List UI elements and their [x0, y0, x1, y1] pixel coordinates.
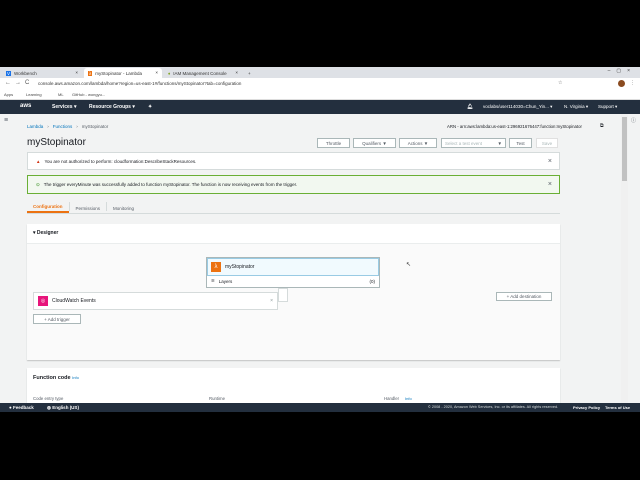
iam-icon: ♦	[168, 70, 171, 76]
connector-box	[278, 288, 288, 302]
tab-configuration[interactable]: Configuration	[27, 200, 69, 213]
region-menu[interactable]: N. Virginia ▾	[564, 104, 588, 110]
tab-bar: Configuration Permissions Monitoring	[27, 200, 560, 214]
cursor-icon: ↖	[406, 262, 412, 268]
bookmark-apps[interactable]: Apps	[4, 92, 13, 97]
browser-tab-iam[interactable]: ♦ IAM Management Console ×	[164, 68, 242, 78]
handler-label: Handler	[384, 396, 400, 401]
terms-link[interactable]: Terms of Use	[605, 405, 630, 410]
copy-icon[interactable]: ⧉	[600, 123, 604, 129]
privacy-policy-link[interactable]: Privacy Policy	[573, 405, 600, 410]
test-button[interactable]: Test	[509, 138, 532, 148]
aws-nav-bar: aws Services ▾ Resource Groups ▾ ✦ 🔔︎ vo…	[0, 100, 640, 114]
pin-icon[interactable]: ✦	[148, 104, 152, 110]
bell-icon[interactable]: 🔔︎	[467, 104, 473, 110]
services-menu[interactable]: Services ▾	[52, 104, 76, 110]
star-icon[interactable]: ☆	[558, 80, 562, 86]
url-input[interactable]: console.aws.amazon.com/lambda/home?regio…	[38, 81, 241, 86]
hamburger-icon[interactable]: ≡	[4, 117, 8, 124]
breadcrumb-current: myStopinator	[81, 124, 109, 129]
info-link[interactable]: Info	[72, 375, 79, 380]
tab-permissions[interactable]: Permissions	[68, 202, 107, 211]
main-content: ≡ Lambda › Functions › myStopinator ARN - …	[0, 114, 640, 403]
test-event-select[interactable]: Select a test event ▼	[441, 138, 506, 148]
trigger-node-cloudwatch[interactable]: ◎ CloudWatch Events ×	[33, 292, 278, 310]
cloudwatch-icon: ◎	[38, 296, 48, 306]
page-title: myStopinator	[27, 137, 86, 148]
bookmarks-bar: Apps Learning ML GitHub - wongyu...	[0, 90, 640, 100]
warning-icon: ▲	[36, 158, 41, 164]
account-menu[interactable]: voclabs/user114030=Chun_Yin... ▾	[483, 104, 552, 110]
browser-tab-lambda[interactable]: λ myStopinator - Lambda ×	[84, 68, 162, 78]
close-icon[interactable]: ×	[548, 181, 552, 188]
actions-dropdown[interactable]: Actions ▼	[399, 138, 437, 148]
runtime-label: Runtime	[209, 396, 226, 401]
arn-text: ARN - arn:aws:lambda:us-east-1:296921676…	[447, 124, 582, 129]
close-icon[interactable]: ×	[155, 70, 158, 75]
feedback-link[interactable]: ● Feedback	[9, 405, 34, 410]
save-button[interactable]: Save	[536, 138, 558, 148]
add-trigger-button[interactable]: + Add trigger	[33, 314, 81, 324]
layers-row[interactable]: ≋ Layers (0)	[207, 276, 379, 286]
menu-icon[interactable]: ⋮	[630, 80, 635, 86]
language-selector[interactable]: ◍ English (US)	[47, 405, 79, 411]
bookmark-learning[interactable]: Learning	[26, 92, 42, 97]
scrollbar[interactable]	[621, 114, 628, 403]
close-icon[interactable]: ×	[75, 70, 78, 75]
function-node[interactable]: λ myStopinator ≋ Layers (0)	[206, 257, 380, 288]
close-icon[interactable]: ×	[235, 70, 238, 75]
bookmark-github[interactable]: GitHub - wongyu...	[72, 92, 105, 97]
new-tab-button[interactable]: +	[244, 68, 255, 78]
handler-info-link[interactable]: Info	[405, 396, 412, 401]
support-menu[interactable]: Support ▾	[598, 104, 617, 110]
lambda-icon: λ	[211, 262, 221, 272]
close-icon[interactable]: ×	[548, 158, 552, 165]
throttle-button[interactable]: Throttle	[317, 138, 350, 148]
breadcrumb: Lambda › Functions › myStopinator	[27, 124, 109, 129]
lambda-icon: λ	[88, 70, 93, 76]
workbench-icon: V	[6, 70, 12, 76]
layers-icon: ≋	[211, 278, 215, 283]
nav-buttons[interactable]: ←→C	[5, 80, 33, 86]
check-circle-icon: ⊙	[36, 181, 40, 187]
close-icon[interactable]: ×	[270, 298, 273, 304]
window-controls[interactable]: –▢×	[608, 68, 636, 74]
tab-monitoring[interactable]: Monitoring	[106, 202, 140, 211]
browser-tab-workbench[interactable]: V Workbench ×	[2, 68, 82, 78]
add-destination-button[interactable]: + Add destination	[496, 292, 552, 301]
footer: ● Feedback ◍ English (US) © 2008 - 2020,…	[0, 403, 640, 412]
bookmark-ml[interactable]: ML	[58, 92, 64, 97]
success-banner: ⊙ The trigger everyMinute was successful…	[27, 175, 560, 194]
error-banner: ▲ You are not authorized to perform: clo…	[27, 152, 560, 170]
qualifiers-dropdown[interactable]: Qualifiers ▼	[353, 138, 396, 148]
designer-header[interactable]: ▾ Designer	[27, 224, 560, 244]
breadcrumb-lambda[interactable]: Lambda	[27, 124, 43, 129]
browser-tab-bar: V Workbench × λ myStopinator - Lambda × ♦ IAM…	[0, 67, 640, 78]
resource-groups-menu[interactable]: Resource Groups ▾	[89, 104, 135, 110]
copyright: © 2008 - 2020, Amazon Web Services, Inc.…	[428, 405, 559, 409]
breadcrumb-functions[interactable]: Functions	[53, 124, 73, 129]
aws-logo[interactable]: aws	[20, 103, 31, 109]
avatar[interactable]	[618, 80, 625, 87]
info-icon[interactable]: ⓘ	[631, 117, 636, 124]
function-code-panel: Function code Info Code entry type Runti…	[27, 368, 560, 403]
address-bar-row: ←→C console.aws.amazon.com/lambda/home?r…	[0, 78, 640, 90]
designer-panel: ▾ Designer λ myStopinator ≋ Layers (0) ◎ …	[27, 224, 560, 360]
code-entry-type-label: Code entry type	[33, 396, 64, 401]
